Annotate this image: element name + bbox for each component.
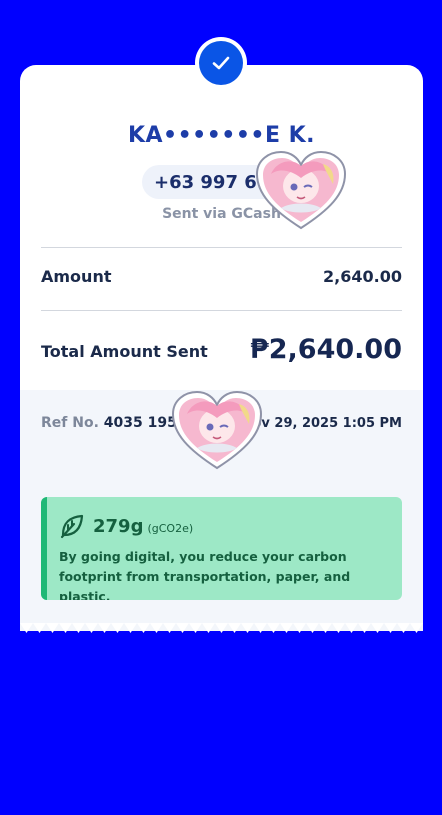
amount-value: 2,640.00 [323, 267, 402, 286]
amount-label: Amount [41, 267, 112, 286]
eco-amount: 279g (gCO2e) [93, 516, 193, 537]
divider [41, 247, 402, 248]
heart-sticker-icon [255, 150, 347, 230]
heart-sticker-icon [171, 390, 263, 470]
total-value: ₱2,640.00 [249, 334, 402, 365]
success-badge [195, 37, 247, 89]
reference-prefix: Ref No. [41, 415, 99, 431]
sent-via-label: Sent via GCash [162, 206, 281, 222]
receipt-screen: KA•••••••E K. +63 997 613 Sent via GCash… [0, 0, 442, 815]
eco-card: 279g (gCO2e) By going digital, you reduce… [41, 497, 402, 600]
recipient-name: KA•••••••E K. [127, 123, 316, 148]
transaction-datetime: Nov 29, 2025 1:05 PM [241, 416, 402, 431]
total-label: Total Amount Sent [41, 342, 208, 361]
eco-message: By going digital, you reduce your carbon… [59, 549, 351, 600]
success-badge-inner [199, 41, 243, 85]
reference-value: 4035 195 [103, 415, 177, 431]
receipt-card: KA•••••••E K. +63 997 613 Sent via GCash… [20, 65, 423, 631]
check-icon [212, 56, 230, 70]
divider [41, 310, 402, 311]
reference-number: Ref No. 4035 195 [41, 415, 177, 431]
eco-accent-bar [41, 497, 47, 600]
eco-unit: (gCO2e) [147, 522, 194, 535]
eco-amount-value: 279g [93, 516, 144, 537]
receipt-torn-edge [20, 623, 423, 633]
leaf-icon [60, 514, 84, 539]
